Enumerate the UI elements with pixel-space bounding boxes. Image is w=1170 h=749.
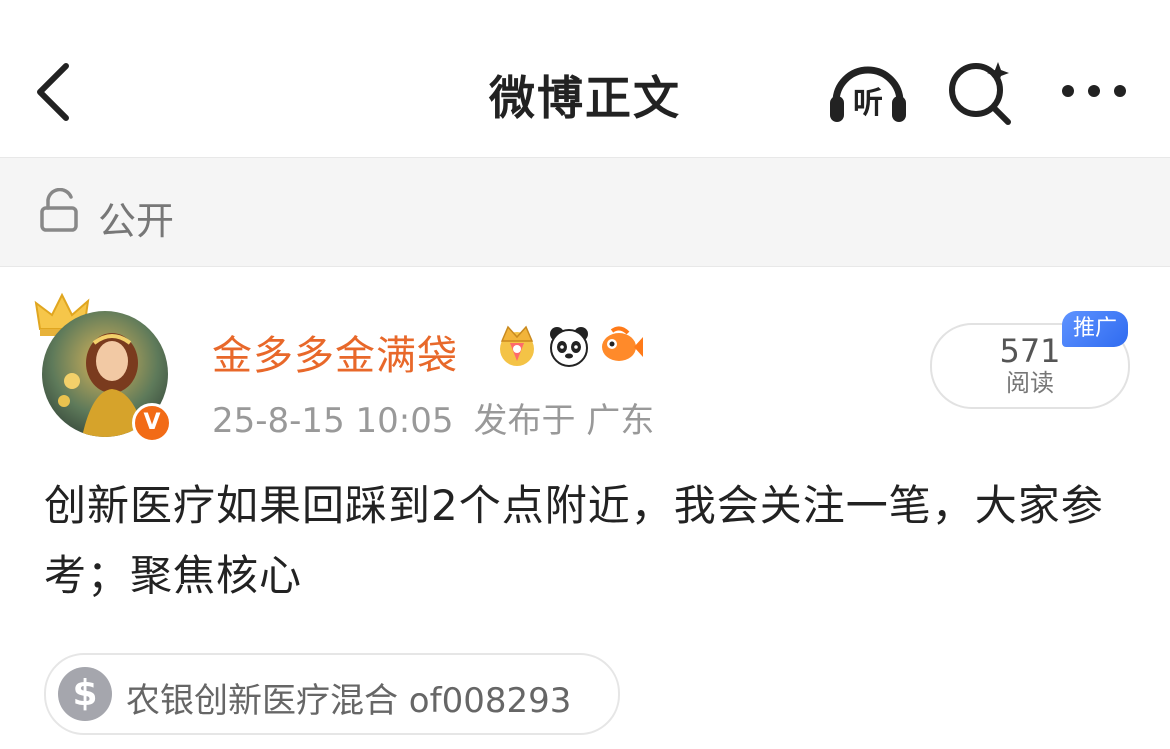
listen-label: 听 xyxy=(853,86,883,121)
avatar-container[interactable]: V xyxy=(34,291,174,443)
post-location: 发布于 广东 xyxy=(473,401,655,441)
more-button[interactable] xyxy=(1058,76,1130,106)
user-badges xyxy=(494,323,644,371)
fish-badge-icon[interactable] xyxy=(598,323,644,369)
top-navbar: 微博正文 听 xyxy=(0,0,1170,158)
search-icon xyxy=(949,62,1011,125)
fund-topic-chip[interactable]: $ 农银创新医疗混合 of008293 xyxy=(44,653,620,735)
search-button[interactable] xyxy=(944,56,1016,128)
post-timestamp: 25-8-15 10:05 xyxy=(212,401,454,441)
crown-badge-icon[interactable] xyxy=(494,323,540,369)
post-content: 创新医疗如果回踩到2个点附近，我会关注一笔，大家参考；聚焦核心 xyxy=(44,481,1104,600)
more-icon xyxy=(1062,85,1126,97)
dollar-icon: $ xyxy=(58,667,112,721)
username[interactable]: 金多多金满袋 xyxy=(212,323,458,381)
post-meta: 25-8-15 10:05 发布于 广东 xyxy=(212,393,654,442)
fund-label: 农银创新医疗混合 of008293 xyxy=(126,681,572,721)
verified-badge: V xyxy=(132,403,172,443)
read-label: 阅读 xyxy=(1006,369,1054,397)
panda-badge-icon[interactable] xyxy=(546,323,592,369)
visibility-bar: 公开 xyxy=(0,158,1170,267)
visibility-label: 公开 xyxy=(98,199,175,243)
promote-tag[interactable]: 推广 xyxy=(1062,311,1128,347)
listen-button[interactable]: 听 xyxy=(826,56,910,128)
unlock-icon xyxy=(40,188,78,232)
post-card: V 金多多金满袋 25-8-15 10:05 发布于 广东 571 阅读 推广 … xyxy=(0,267,1170,749)
